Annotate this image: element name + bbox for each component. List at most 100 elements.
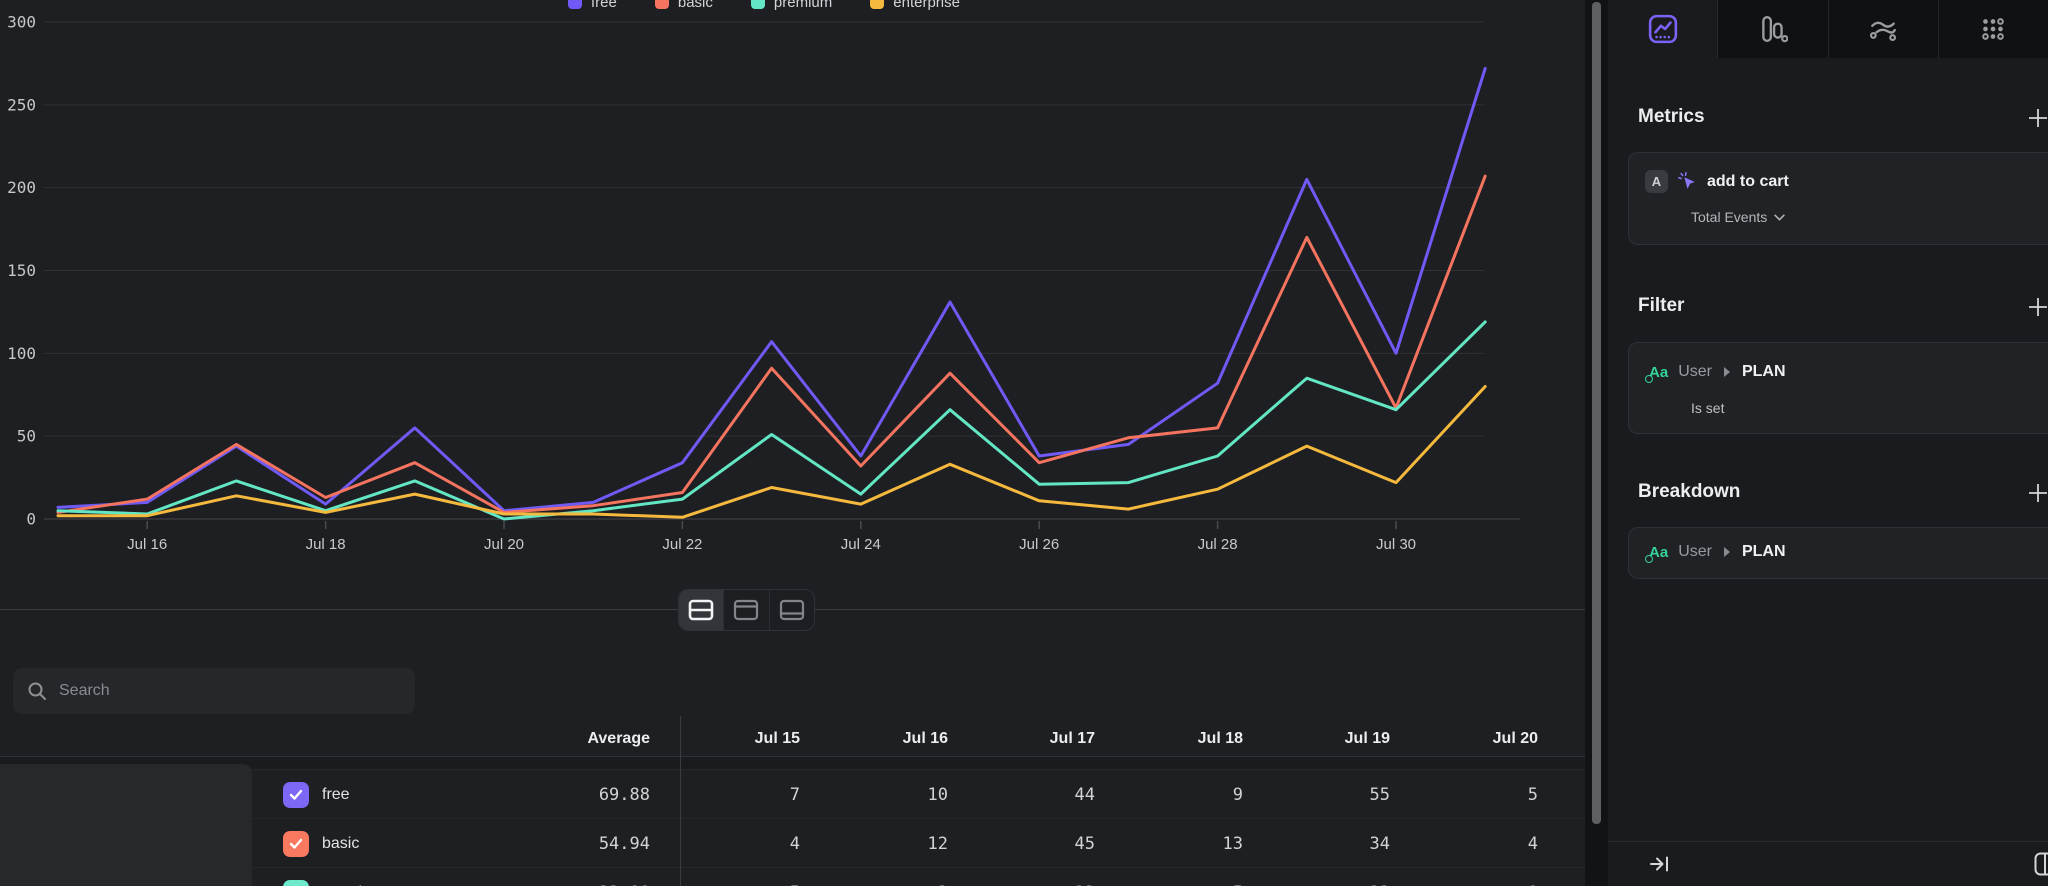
x-axis-label: Jul 22 — [662, 536, 702, 553]
x-axis-label: Jul 28 — [1198, 536, 1238, 553]
breakdown-card[interactable]: Aa User PLAN — [1628, 527, 2048, 579]
tab-stream-chart[interactable] — [1829, 0, 1939, 58]
plan-label: basic — [322, 835, 359, 853]
value-cell: 10 — [818, 785, 948, 805]
y-axis-label: 300 — [7, 13, 36, 32]
date-column-header: Jul 19 — [1260, 730, 1390, 748]
add-metric-button[interactable] — [2027, 107, 2048, 129]
bar-chart-icon — [1758, 14, 1788, 44]
series-line-free — [58, 68, 1485, 510]
table-header: Event 1 PLAN 4 Average Jul 15 Jul 16 Jul… — [0, 722, 1585, 756]
breadcrumb-arrow-icon — [1724, 547, 1730, 557]
plan-row-basic[interactable]: basic54.944124513344 — [252, 819, 1585, 868]
series-line-premium — [58, 322, 1485, 519]
x-axis-label: Jul 16 — [127, 536, 167, 553]
value-cell: 23 — [1260, 883, 1390, 886]
plus-icon — [2027, 107, 2048, 129]
layout-chart-button[interactable] — [724, 590, 769, 630]
value-cell: 3 — [818, 883, 948, 886]
plan-checkbox-premium[interactable] — [283, 880, 309, 886]
tab-grid-dots[interactable] — [1939, 0, 2048, 58]
event-row-panel[interactable]: add to cart [Total] — [0, 764, 252, 886]
filter-property: PLAN — [1742, 363, 1786, 381]
panel-layout-button[interactable] — [2034, 852, 2048, 881]
layout-split-button[interactable] — [679, 590, 724, 630]
add-breakdown-button[interactable] — [2027, 482, 2048, 504]
value-cell: 0 — [1408, 883, 1538, 886]
tab-bar-chart[interactable] — [1718, 0, 1828, 58]
add-filter-button[interactable] — [2027, 296, 2048, 318]
series-line-enterprise — [58, 387, 1485, 518]
grid-dots-icon — [1978, 14, 2008, 44]
x-axis-label: Jul 18 — [306, 536, 346, 553]
value-cell: 34 — [1260, 834, 1390, 854]
filter-property-line: Aa User PLAN — [1649, 363, 1786, 381]
value-cell: 4 — [1408, 834, 1538, 854]
plan-row-free[interactable]: free69.88710449555 — [252, 770, 1585, 819]
value-cell: 45 — [965, 834, 1095, 854]
metric-measure-dropdown[interactable]: Total Events — [1691, 209, 1785, 225]
line-chart-icon — [1648, 14, 1678, 44]
search-input[interactable] — [57, 681, 401, 701]
date-column-header: Jul 18 — [1113, 730, 1243, 748]
breakdown-property-line: Aa User PLAN — [1649, 543, 1786, 561]
collapse-sidebar-button[interactable] — [1648, 853, 1674, 880]
split-panel-icon — [2034, 852, 2048, 876]
plan-checkbox-free[interactable] — [283, 782, 309, 808]
property-type-icon: Aa — [1649, 545, 1668, 560]
date-column-header: Jul 20 — [1408, 730, 1538, 748]
average-column-header: Average — [520, 730, 650, 748]
row-separator — [252, 769, 1585, 770]
chart-type-tabbar — [1608, 0, 2048, 58]
arrow-to-bar-icon — [1648, 853, 1674, 875]
breakdown-scope: User — [1678, 543, 1712, 561]
search-icon — [27, 681, 47, 701]
search-box[interactable] — [13, 668, 415, 714]
value-cell: 23 — [965, 883, 1095, 886]
date-column-header: Jul 17 — [965, 730, 1095, 748]
value-cell: 7 — [670, 785, 800, 805]
filter-condition: Is set — [1691, 400, 1724, 416]
plus-icon — [2027, 482, 2048, 504]
bottom-pane-icon — [779, 599, 805, 621]
value-cell: 5 — [670, 883, 800, 886]
breakdown-heading: Breakdown — [1638, 481, 1740, 503]
average-cell: 54.94 — [520, 834, 650, 854]
y-axis-label: 50 — [17, 427, 36, 446]
scrollbar-thumb[interactable] — [1592, 2, 1601, 824]
breakdown-property: PLAN — [1742, 543, 1786, 561]
x-axis-label: Jul 24 — [841, 536, 881, 553]
value-cell: 44 — [965, 785, 1095, 805]
y-axis-label: 100 — [7, 344, 36, 363]
metrics-heading: Metrics — [1638, 106, 1705, 128]
tab-line-chart[interactable] — [1608, 0, 1718, 58]
cursor-click-icon — [1678, 172, 1697, 191]
filter-scope: User — [1678, 363, 1712, 381]
y-axis-label: 0 — [26, 510, 36, 529]
row-separator — [252, 818, 1585, 819]
divider-left — [0, 609, 678, 610]
plan-row-premium[interactable]: premium33.8853235230 — [252, 868, 1585, 886]
value-cell: 12 — [818, 834, 948, 854]
x-axis-label: Jul 20 — [484, 536, 524, 553]
config-sidebar: Metrics A add to cart Total Events — [1608, 0, 2048, 886]
metric-card[interactable]: A add to cart Total Events — [1628, 152, 2048, 245]
plus-icon — [2027, 296, 2048, 318]
value-cell: 5 — [1408, 785, 1538, 805]
layout-table-button[interactable] — [770, 590, 814, 630]
main-panel: freebasicpremiumenterprise 0501001502002… — [0, 0, 1585, 886]
plan-checkbox-basic[interactable] — [283, 831, 309, 857]
property-type-icon: Aa — [1649, 365, 1668, 380]
top-pane-icon — [733, 599, 759, 621]
value-cell: 5 — [1113, 883, 1243, 886]
filter-card[interactable]: Aa User PLAN Is set — [1628, 342, 2048, 434]
value-cell: 13 — [1113, 834, 1243, 854]
metric-badge: A — [1645, 170, 1668, 193]
analytics-app: freebasicpremiumenterprise 0501001502002… — [0, 0, 2048, 886]
date-column-header: Jul 16 — [818, 730, 948, 748]
y-axis-label: 200 — [7, 178, 36, 197]
filter-heading: Filter — [1638, 295, 1684, 317]
value-cell: 9 — [1113, 785, 1243, 805]
metric-measure-line: Total Events — [1691, 209, 1785, 225]
row-separator — [252, 867, 1585, 868]
